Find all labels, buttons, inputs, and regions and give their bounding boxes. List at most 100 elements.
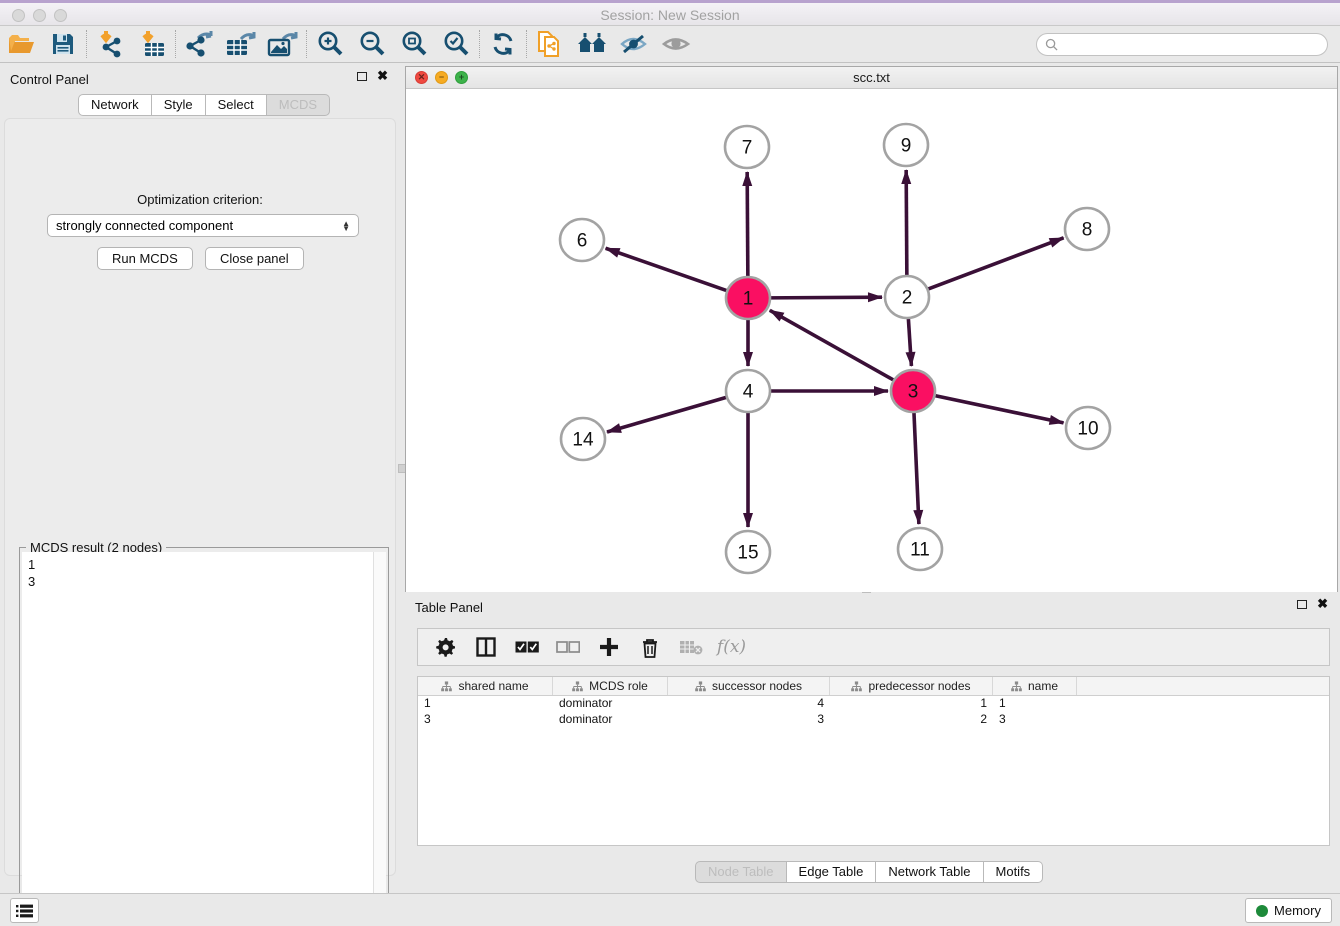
column-header-successor-nodes[interactable]: successor nodes	[668, 677, 830, 695]
column-header-MCDS-role[interactable]: MCDS role	[553, 677, 668, 695]
show-all-button[interactable]	[655, 27, 697, 61]
edge-1-7[interactable]	[747, 172, 748, 278]
deselect-all-rows-button[interactable]	[549, 631, 586, 663]
run-mcds-button[interactable]: Run MCDS	[97, 247, 193, 270]
table-cell[interactable]: 1	[993, 696, 1077, 712]
mcds-result-area[interactable]: 1 3	[22, 552, 386, 926]
graph-node-4[interactable]: 4	[726, 370, 770, 412]
table-cell[interactable]: dominator	[553, 712, 668, 728]
memory-status-icon	[1256, 905, 1268, 917]
table-row[interactable]: 1dominator411	[418, 696, 1329, 712]
tab-node-table[interactable]: Node Table	[695, 861, 787, 883]
zoom-selected-button[interactable]	[435, 27, 477, 61]
edge-1-2[interactable]	[768, 297, 882, 298]
graph-node-8[interactable]: 8	[1065, 208, 1109, 250]
search-input[interactable]	[1063, 38, 1327, 52]
split-columns-button[interactable]	[467, 631, 504, 663]
column-header-name[interactable]: name	[993, 677, 1077, 695]
table-settings-button[interactable]	[426, 631, 463, 663]
node-table[interactable]: shared nameMCDS rolesuccessor nodesprede…	[417, 676, 1330, 846]
edge-3-10[interactable]	[933, 395, 1064, 423]
graph-node-2[interactable]: 2	[885, 276, 929, 318]
delete-table-button[interactable]	[672, 631, 709, 663]
graph-node-6[interactable]: 6	[560, 219, 604, 261]
graph-node-10[interactable]: 10	[1066, 407, 1110, 449]
tab-select[interactable]: Select	[206, 94, 267, 116]
new-network-button[interactable]	[178, 27, 220, 61]
export-table-button[interactable]	[220, 27, 262, 61]
zoom-out-button[interactable]	[351, 27, 393, 61]
table-row[interactable]: 3dominator323	[418, 712, 1329, 728]
result-scrollbar[interactable]	[373, 552, 386, 926]
float-panel-icon[interactable]	[357, 72, 367, 81]
node-label: 2	[902, 288, 913, 309]
graph-node-9[interactable]: 9	[884, 124, 928, 166]
hierarchy-icon	[572, 681, 583, 692]
add-column-button[interactable]	[590, 631, 627, 663]
table-cell[interactable]: 4	[668, 696, 830, 712]
table-cell[interactable]: 1	[830, 696, 993, 712]
select-all-rows-button[interactable]	[508, 631, 545, 663]
graph-node-7[interactable]: 7	[725, 126, 769, 168]
save-session-button[interactable]	[42, 27, 84, 61]
import-network-button[interactable]	[89, 27, 131, 61]
memory-label: Memory	[1274, 903, 1321, 918]
network-window-titlebar[interactable]: ✕ − + scc.txt	[406, 67, 1337, 89]
edge-3-1[interactable]	[770, 310, 896, 381]
close-table-panel-icon[interactable]: ✖	[1317, 599, 1328, 609]
edge-2-3[interactable]	[908, 317, 911, 366]
table-toolbar: f(x)	[417, 628, 1330, 666]
apply-layout-button[interactable]	[482, 27, 524, 61]
search-field[interactable]	[1036, 33, 1328, 56]
tab-network-table[interactable]: Network Table	[876, 861, 983, 883]
node-label: 1	[743, 289, 754, 310]
float-table-panel-icon[interactable]	[1297, 600, 1307, 609]
function-builder-button[interactable]: f(x)	[713, 631, 750, 663]
toolbar-separator	[175, 30, 176, 58]
network-canvas[interactable]: 1 2 3 4 6 7 8 9 10 11 14 15	[406, 89, 1337, 592]
delete-column-button[interactable]	[631, 631, 668, 663]
table-cell[interactable]: dominator	[553, 696, 668, 712]
edge-4-14[interactable]	[607, 397, 729, 432]
network-graph[interactable]: 1 2 3 4 6 7 8 9 10 11 14 15	[406, 89, 1337, 592]
close-panel-icon[interactable]: ✖	[377, 71, 388, 81]
export-table-icon	[225, 30, 257, 58]
table-cell[interactable]: 2	[830, 712, 993, 728]
column-header-shared-name[interactable]: shared name	[418, 677, 553, 695]
first-neighbors-button[interactable]	[529, 27, 571, 61]
node-label: 10	[1077, 419, 1098, 440]
graph-node-14[interactable]: 14	[561, 418, 605, 460]
memory-button[interactable]: Memory	[1245, 898, 1332, 923]
trash-icon	[641, 637, 659, 658]
edge-3-11[interactable]	[914, 411, 919, 524]
table-panel: Table Panel ✖	[405, 595, 1340, 891]
export-image-button[interactable]	[262, 27, 304, 61]
tab-edge-table[interactable]: Edge Table	[787, 861, 877, 883]
edge-2-8[interactable]	[926, 238, 1064, 290]
tab-mcds[interactable]: MCDS	[267, 94, 330, 116]
open-session-button[interactable]	[0, 27, 42, 61]
zoom-in-button[interactable]	[309, 27, 351, 61]
edge-1-6[interactable]	[606, 248, 730, 291]
tab-motifs[interactable]: Motifs	[984, 861, 1044, 883]
hide-selected-button[interactable]	[613, 27, 655, 61]
graph-node-15[interactable]: 15	[726, 531, 770, 573]
table-cell[interactable]: 3	[418, 712, 553, 728]
table-cell[interactable]: 3	[993, 712, 1077, 728]
home-view-button[interactable]	[571, 27, 613, 61]
graph-node-11[interactable]: 11	[898, 528, 942, 570]
edge-2-9[interactable]	[906, 170, 907, 277]
close-panel-button[interactable]: Close panel	[205, 247, 304, 270]
graph-node-1[interactable]: 1	[726, 277, 770, 319]
network-list-button[interactable]	[10, 898, 39, 923]
tab-style[interactable]: Style	[152, 94, 206, 116]
tab-network[interactable]: Network	[78, 94, 152, 116]
import-table-icon	[138, 30, 166, 58]
column-header-predecessor-nodes[interactable]: predecessor nodes	[830, 677, 993, 695]
graph-node-3[interactable]: 3	[891, 370, 935, 412]
table-cell[interactable]: 3	[668, 712, 830, 728]
import-table-button[interactable]	[131, 27, 173, 61]
criterion-dropdown[interactable]: strongly connected component ▲▼	[47, 214, 359, 237]
zoom-fit-button[interactable]	[393, 27, 435, 61]
table-cell[interactable]: 1	[418, 696, 553, 712]
